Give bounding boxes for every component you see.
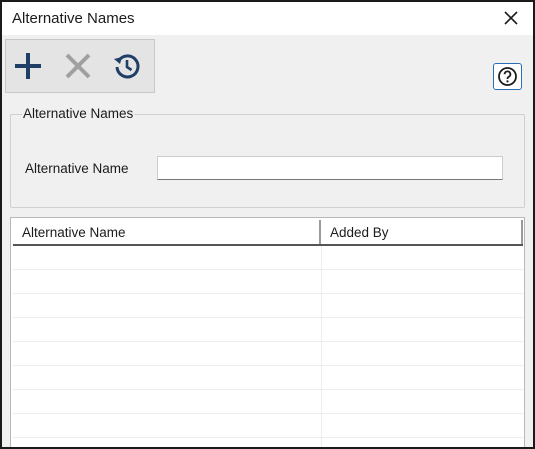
column-header-added-by[interactable]: Added By [321, 220, 523, 244]
title-bar: Alternative Names [2, 2, 533, 35]
alternative-name-label: Alternative Name [25, 161, 129, 176]
cell-added-by [322, 366, 523, 389]
table-row[interactable] [13, 246, 523, 270]
cell-added-by [322, 390, 523, 413]
cell-alternative-name [13, 270, 322, 293]
add-button[interactable] [12, 50, 44, 82]
cell-alternative-name [13, 366, 322, 389]
delete-button[interactable] [62, 50, 94, 82]
cell-added-by [322, 294, 523, 317]
history-button[interactable] [111, 50, 143, 82]
toolbar [5, 39, 155, 93]
cell-alternative-name [13, 414, 322, 437]
alternative-names-table: Alternative Name Added By [10, 217, 525, 447]
cell-alternative-name [13, 342, 322, 365]
plus-icon [15, 53, 41, 79]
cell-added-by [322, 414, 523, 437]
cell-alternative-name [13, 318, 322, 341]
table-header: Alternative Name Added By [13, 220, 523, 246]
table-row[interactable] [13, 414, 523, 438]
column-header-alternative-name[interactable]: Alternative Name [13, 220, 321, 244]
history-icon [114, 54, 140, 79]
table-row[interactable] [13, 390, 523, 414]
cell-alternative-name [13, 294, 322, 317]
cell-alternative-name [13, 246, 322, 269]
group-legend: Alternative Names [22, 106, 135, 121]
window-title: Alternative Names [12, 10, 135, 27]
table-row[interactable] [13, 318, 523, 342]
cell-alternative-name [13, 438, 322, 447]
close-icon[interactable] [501, 8, 521, 28]
table-body [13, 246, 523, 447]
cell-alternative-name [13, 390, 322, 413]
alternative-name-input[interactable] [157, 156, 503, 180]
cell-added-by [322, 438, 523, 447]
table-row[interactable] [13, 366, 523, 390]
help-button[interactable] [493, 63, 522, 90]
cell-added-by [322, 342, 523, 365]
table-row[interactable] [13, 438, 523, 447]
cell-added-by [322, 318, 523, 341]
alternative-names-window: Alternative Names Alternative Names Alte… [0, 0, 535, 449]
table-row[interactable] [13, 270, 523, 294]
table-row[interactable] [13, 342, 523, 366]
cell-added-by [322, 246, 523, 269]
table-row[interactable] [13, 294, 523, 318]
x-icon [65, 53, 91, 79]
cell-added-by [322, 270, 523, 293]
question-icon [498, 67, 517, 86]
